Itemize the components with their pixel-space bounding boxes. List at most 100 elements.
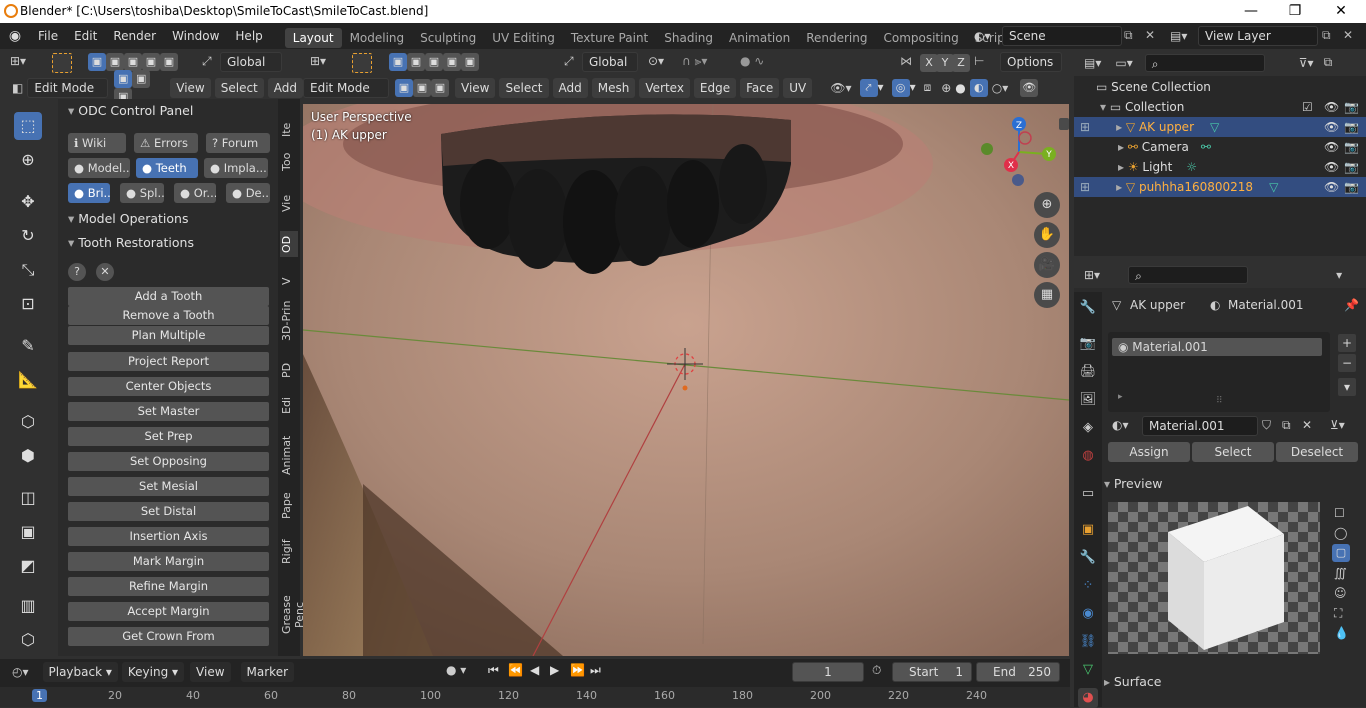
remove-slot-icon[interactable]: −	[1338, 354, 1356, 372]
proportional-edit-icon[interactable]: ● ∿	[740, 54, 764, 68]
jump-start-icon[interactable]: ⏮	[488, 663, 499, 678]
play-reverse-icon[interactable]: ◀	[530, 663, 539, 677]
view-layer-icon[interactable]: ▤▾	[1170, 26, 1196, 46]
tab-modeling[interactable]: Modeling	[342, 28, 413, 48]
delete-scene-icon[interactable]: ✕	[1145, 28, 1155, 42]
light-visibility-icon[interactable]: 👁	[1324, 157, 1339, 177]
timeline-ruler[interactable]: 1 20 40 60 80 100 120 140 160 180 200 220 240	[0, 687, 1070, 707]
shading-rendered-icon[interactable]: ○▾	[992, 81, 1009, 95]
gizmo-toggle-icon[interactable]: ⤤ ▾	[859, 78, 884, 97]
close-button[interactable]: ✕	[1318, 0, 1364, 23]
blender-menu-icon[interactable]: ◉	[0, 28, 30, 44]
world-props-icon[interactable]: ◍	[1078, 446, 1098, 466]
xray-toggle-icon[interactable]: ⧈	[924, 80, 932, 95]
sidebar-tab-animation[interactable]: Animat	[280, 433, 298, 477]
slot-menu-icon[interactable]: ▾	[1338, 378, 1356, 396]
cursor-tool-icon[interactable]: ⊕	[14, 146, 42, 174]
duplicate-material-icon[interactable]: ⧉	[1282, 418, 1291, 433]
odc-button-plan-multiple[interactable]: Plan Multiple	[68, 326, 269, 345]
inset-tool-icon[interactable]: ▣	[14, 518, 42, 546]
sidebar-tab-edit[interactable]: Edi	[280, 395, 298, 417]
tab-animation[interactable]: Animation	[721, 28, 798, 48]
knife-tool-icon[interactable]: ⬡	[14, 626, 42, 654]
transform-tool-icon[interactable]: ⊡	[14, 290, 42, 318]
wiki-button[interactable]: ℹ Wiki	[68, 133, 126, 153]
odc-button-insertion-axis[interactable]: Insertion Axis	[68, 527, 269, 546]
cancel-icon[interactable]: ✕	[96, 263, 114, 281]
tab-denture[interactable]: ● De...	[226, 183, 270, 203]
scale-tool-icon[interactable]: ⤡	[14, 256, 42, 284]
physics-props-icon[interactable]: ◉	[1078, 604, 1098, 624]
preview-panel-header[interactable]: ▾ Preview	[1104, 474, 1366, 494]
add-cube-tool-icon[interactable]: ⬡	[14, 408, 42, 436]
mode-dropdown[interactable]: Edit Mode	[27, 77, 109, 98]
jump-end-icon[interactable]: ⏭	[590, 663, 601, 678]
pivot-point-icon[interactable]: ⊙▾	[648, 54, 664, 68]
tab-bridge[interactable]: ● Bri...	[68, 183, 110, 203]
new-collection-icon[interactable]: ⧉	[1324, 55, 1333, 70]
sidebar-toggle-icon[interactable]	[1059, 118, 1069, 130]
sidebar-tab-item[interactable]: Ite	[280, 119, 298, 141]
viewport-menu-face[interactable]: Face	[740, 77, 780, 98]
3d-viewport[interactable]: User Perspective (1) AK upper Z Y X	[303, 104, 1069, 656]
puhhha-render-icon[interactable]: 📷	[1344, 177, 1359, 197]
viewport-menu-view[interactable]: View	[455, 77, 496, 98]
odc-button-set-opposing[interactable]: Set Opposing	[68, 452, 269, 471]
add-object-tool-icon[interactable]: ⬢	[14, 442, 42, 470]
tab-sculpting[interactable]: Sculpting	[412, 28, 484, 48]
scene-selector-icon[interactable]: ◐▾	[974, 26, 1000, 46]
light-render-icon[interactable]: 📷	[1344, 157, 1359, 177]
delete-view-layer-icon[interactable]: ✕	[1343, 28, 1353, 42]
odc-button-remove-a-tooth[interactable]: Remove a Tooth	[68, 306, 269, 325]
odc-button-accept-margin[interactable]: Accept Margin	[68, 602, 269, 621]
left-menu-select[interactable]: Select	[214, 77, 264, 98]
current-frame-field[interactable]: 1	[792, 662, 864, 682]
viewport-mode-dropdown[interactable]: Edit Mode	[303, 77, 389, 98]
tab-rendering[interactable]: Rendering	[798, 28, 875, 48]
preview-cloth-icon[interactable]: ⛶	[1334, 606, 1342, 621]
pan-hand-icon[interactable]: ✋	[1034, 222, 1060, 248]
play-icon[interactable]: ▶	[550, 663, 559, 677]
data-props-icon[interactable]: ▽	[1078, 660, 1098, 680]
scene-name-field[interactable]: Scene	[1002, 26, 1122, 46]
tab-layout[interactable]: Layout	[284, 27, 342, 48]
tab-uv-editing[interactable]: UV Editing	[484, 28, 563, 48]
orientation-dropdown-2[interactable]: Global	[582, 52, 638, 72]
preview-sphere-icon[interactable]: ◯	[1334, 526, 1347, 540]
auto-keying-icon[interactable]: ● ▾	[446, 663, 466, 677]
move-tool-icon[interactable]: ✥	[14, 188, 42, 216]
preview-monkey-icon[interactable]: ☺	[1334, 586, 1347, 600]
navigation-gizmo[interactable]: Z Y X	[979, 112, 1059, 192]
annotate-tool-icon[interactable]: ✎	[14, 332, 42, 360]
filter-icon[interactable]: ⊽▾	[1299, 56, 1314, 70]
surface-panel-header[interactable]: ▸ Surface	[1104, 672, 1366, 692]
extrude-tool-icon[interactable]: ◫	[14, 484, 42, 512]
constraints-props-icon[interactable]: ⛓	[1078, 632, 1098, 652]
tab-implant[interactable]: ● Impla...	[204, 158, 268, 178]
tab-compositing[interactable]: Compositing	[875, 28, 966, 48]
new-view-layer-icon[interactable]: ⧉	[1322, 28, 1331, 43]
menu-render[interactable]: Render	[105, 23, 164, 49]
odc-button-project-report[interactable]: Project Report	[68, 352, 269, 371]
tab-splint[interactable]: ● Spl...	[120, 183, 164, 203]
tab-model[interactable]: ● Model...	[68, 158, 130, 178]
sidebar-tab-odc[interactable]: OD	[280, 231, 298, 257]
ak-upper-visibility-icon[interactable]: 👁	[1324, 117, 1339, 137]
camera-visibility-icon[interactable]: 👁	[1324, 137, 1339, 157]
properties-options-icon[interactable]: ▾	[1336, 268, 1342, 282]
bevel-tool-icon[interactable]: ◩	[14, 552, 42, 580]
shading-material-icon[interactable]: ◐	[969, 78, 988, 97]
expand-icon[interactable]: ▸	[1118, 392, 1123, 402]
odc-button-set-prep[interactable]: Set Prep	[68, 427, 269, 446]
odc-button-get-crown-from[interactable]: Get Crown From	[68, 627, 269, 646]
start-frame-field[interactable]: Start 1	[892, 662, 972, 682]
sidebar-tab-rigify[interactable]: Rigif	[280, 537, 298, 567]
unlink-material-icon[interactable]: ✕	[1302, 418, 1312, 432]
scene-props-icon[interactable]: ◈	[1078, 418, 1098, 438]
new-scene-icon[interactable]: ⧉	[1124, 28, 1133, 43]
shading-solid-icon[interactable]: ●	[955, 81, 965, 95]
help-icon[interactable]: ?	[68, 263, 86, 281]
sidebar-tab-tool[interactable]: Too	[280, 149, 298, 175]
menu-window[interactable]: Window	[164, 23, 227, 49]
snap-icon[interactable]: ∩ ⫸▾	[682, 54, 707, 69]
